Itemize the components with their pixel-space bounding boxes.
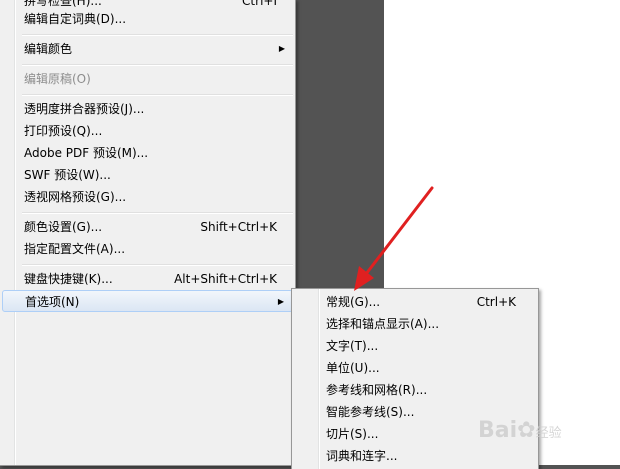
- menu-item-adobe-pdf-presets[interactable]: Adobe PDF 预设(M)...: [2, 142, 293, 164]
- submenu-item-guides-grid[interactable]: 参考线和网格(R)...: [294, 379, 536, 401]
- menu-item-perspective-grid-presets[interactable]: 透视网格预设(G)...: [2, 186, 293, 208]
- menu-item-label: 选择和锚点显示(A)...: [326, 317, 440, 331]
- menu-item-label: 首选项(N): [25, 295, 80, 309]
- menu-item-label: 单位(U)...: [326, 361, 380, 375]
- menu-separator: [22, 212, 293, 214]
- menu-item-edit-colors[interactable]: 编辑颜色 ▶: [2, 38, 293, 60]
- menu-item-label: 切片(S)...: [326, 427, 379, 441]
- submenu-item-type[interactable]: 文字(T)...: [294, 335, 536, 357]
- menu-item-label: SWF 预设(W)...: [24, 168, 111, 182]
- menu-item-shortcut: Shift+Ctrl+K: [200, 220, 277, 234]
- watermark-text-2: 经验: [535, 426, 562, 441]
- menu-item-label: 文字(T)...: [326, 339, 379, 353]
- menu-item-edit-custom-dictionary[interactable]: 编辑自定词典(D)...: [2, 8, 293, 30]
- menu-item-transparency-flattener-presets[interactable]: 透明度拼合器预设(J)...: [2, 98, 293, 120]
- menu-item-label: 编辑颜色: [24, 42, 73, 56]
- menu-item-label: 词典和连字...: [326, 449, 398, 463]
- menu-item-swf-presets[interactable]: SWF 预设(W)...: [2, 164, 293, 186]
- baidu-watermark: Bai✿经验: [478, 418, 562, 443]
- menu-item-label: 智能参考线(S)...: [326, 405, 415, 419]
- menu-item-label: 常规(G)...: [326, 295, 381, 309]
- menu-item-label: 透明度拼合器预设(J)...: [24, 102, 145, 116]
- menu-item-keyboard-shortcuts[interactable]: 键盘快捷键(K)... Alt+Shift+Ctrl+K: [2, 268, 293, 290]
- menu-item-print-presets[interactable]: 打印预设(Q)...: [2, 120, 293, 142]
- watermark-text: Bai: [478, 418, 518, 443]
- edit-menu: 拼写检查(H)... Ctrl+I 编辑自定词典(D)... 编辑颜色 ▶ 编辑…: [0, 0, 296, 466]
- menu-item-label: 颜色设置(G)...: [24, 220, 103, 234]
- menu-item-edit-original[interactable]: 编辑原稿(O): [2, 68, 293, 90]
- menu-item-shortcut: Ctrl+K: [476, 295, 516, 309]
- submenu-item-units[interactable]: 单位(U)...: [294, 357, 536, 379]
- menu-item-label: 编辑自定词典(D)...: [24, 12, 127, 26]
- menu-item-label: Adobe PDF 预设(M)...: [24, 146, 149, 160]
- submenu-arrow-icon: ▶: [278, 44, 285, 53]
- menu-item-label: 键盘快捷键(K)...: [24, 272, 113, 286]
- menu-item-label: 指定配置文件(A)...: [24, 242, 126, 256]
- menu-item-label: 打印预设(Q)...: [24, 124, 103, 138]
- menu-separator: [22, 34, 293, 36]
- menu-separator: [22, 94, 293, 96]
- menu-separator: [22, 264, 293, 266]
- menu-item-label: 参考线和网格(R)...: [326, 383, 428, 397]
- submenu-item-dictionary-hyphenation[interactable]: 词典和连字...: [294, 445, 536, 467]
- submenu-item-selection-anchor-display[interactable]: 选择和锚点显示(A)...: [294, 313, 536, 335]
- menu-separator: [22, 64, 293, 66]
- menu-item-label: 编辑原稿(O): [24, 72, 91, 86]
- menu-item-assign-profile[interactable]: 指定配置文件(A)...: [2, 238, 293, 260]
- baidu-paw-icon: ✿: [517, 418, 536, 443]
- menu-item-label: 透视网格预设(G)...: [24, 190, 127, 204]
- submenu-arrow-icon: ▶: [277, 297, 284, 306]
- submenu-item-general[interactable]: 常规(G)... Ctrl+K: [294, 291, 536, 313]
- menu-item-preferences[interactable]: 首选项(N) ▶: [2, 290, 293, 312]
- menu-item-color-settings[interactable]: 颜色设置(G)... Shift+Ctrl+K: [2, 216, 293, 238]
- menu-item-shortcut: Alt+Shift+Ctrl+K: [174, 272, 277, 286]
